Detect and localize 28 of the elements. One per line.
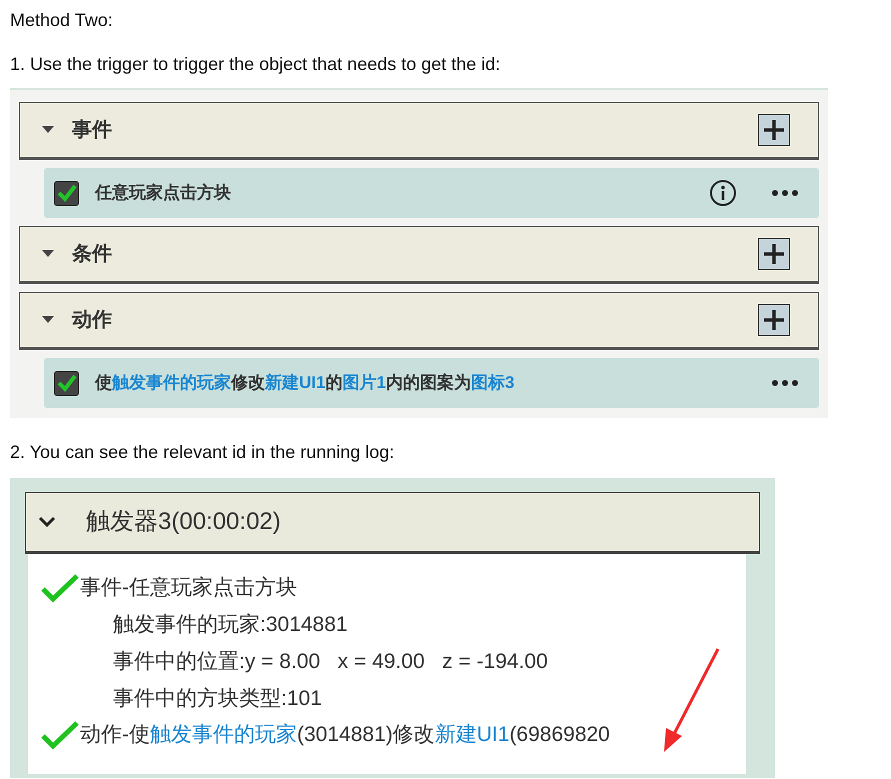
section-header[interactable]: 条件 (19, 226, 819, 284)
more-icon[interactable] (771, 379, 799, 387)
checkbox[interactable] (54, 180, 79, 206)
log-entry: 事件-任意玩家点击方块 (80, 575, 297, 602)
step-text: 1. Use the trigger to trigger the object that needs to get the id: (9, 53, 502, 76)
log-detail: 触发事件的玩家:3014881 (112, 612, 349, 638)
step-text: 2. You can see the relevant id in the running log: (9, 441, 396, 464)
trigger-item[interactable]: 使触发事件的玩家修改新建UI1的图片1内的图案为图标3 (44, 358, 819, 408)
item-text: 任意玩家点击方块 (95, 182, 232, 204)
section-title: 条件 (72, 242, 113, 267)
info-icon[interactable] (709, 179, 737, 207)
log-title: 触发器3(00:00:02) (86, 507, 281, 537)
section-title: 事件 (72, 118, 113, 143)
log-entry: 动作-使触发事件的玩家(3014881)修改新建UI1(69869820 (80, 722, 610, 748)
add-button[interactable] (758, 238, 790, 270)
trigger-item[interactable]: 任意玩家点击方块 (44, 168, 819, 218)
section-header[interactable]: 动作 (19, 292, 819, 350)
checkbox[interactable] (54, 370, 79, 396)
heading: Method Two: (9, 9, 114, 32)
add-button[interactable] (758, 304, 790, 336)
log-detail: 事件中的位置:y = 8.00 x = 49.00 z = -194.00 (112, 648, 549, 675)
add-button[interactable] (758, 114, 790, 146)
section-title: 动作 (72, 308, 113, 333)
section-header[interactable]: 事件 (19, 102, 819, 160)
more-icon[interactable] (771, 189, 799, 197)
item-text: 使触发事件的玩家修改新建UI1的图片1内的图案为图标3 (95, 372, 516, 394)
log-header[interactable]: 触发器3(00:00:02) (25, 492, 760, 554)
log-detail: 事件中的方块类型:101 (112, 686, 323, 712)
